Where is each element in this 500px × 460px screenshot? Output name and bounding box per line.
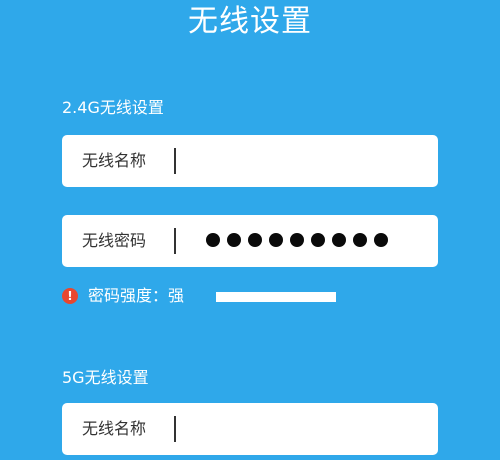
password-strength-bar-fill — [216, 292, 336, 302]
ssid-label-2-4g: 无线名称 — [82, 151, 147, 170]
warning-icon: ! — [62, 288, 78, 304]
ssid-field-5g[interactable]: 无线名称 — [62, 403, 438, 455]
password-strength-row: ! 密码强度： 强 — [62, 284, 184, 308]
password-strength-label: 密码强度： — [88, 286, 169, 305]
password-field-2-4g[interactable]: 无线密码 — [62, 215, 438, 267]
ssid-label-5g: 无线名称 — [82, 419, 147, 438]
ssid-field-2-4g[interactable]: 无线名称 — [62, 135, 438, 187]
password-strength-bar — [216, 292, 336, 302]
password-masked-value[interactable] — [206, 233, 388, 249]
password-mask-dot — [353, 233, 367, 247]
password-mask-dot — [374, 233, 388, 247]
text-cursor — [174, 416, 176, 442]
section-label-5g: 5G无线设置 — [62, 368, 149, 387]
text-cursor — [174, 148, 176, 174]
password-mask-dot — [227, 233, 241, 247]
page-title: 无线设置 — [188, 4, 312, 39]
password-mask-dot — [248, 233, 262, 247]
password-mask-dot — [311, 233, 325, 247]
password-label-2-4g: 无线密码 — [82, 231, 147, 250]
password-mask-dot — [332, 233, 346, 247]
password-mask-dot — [269, 233, 283, 247]
password-strength-level: 强 — [168, 286, 185, 305]
password-mask-dot — [206, 233, 220, 247]
section-label-2-4g: 2.4G无线设置 — [62, 98, 164, 117]
password-mask-dot — [290, 233, 304, 247]
field-divider — [174, 228, 176, 254]
